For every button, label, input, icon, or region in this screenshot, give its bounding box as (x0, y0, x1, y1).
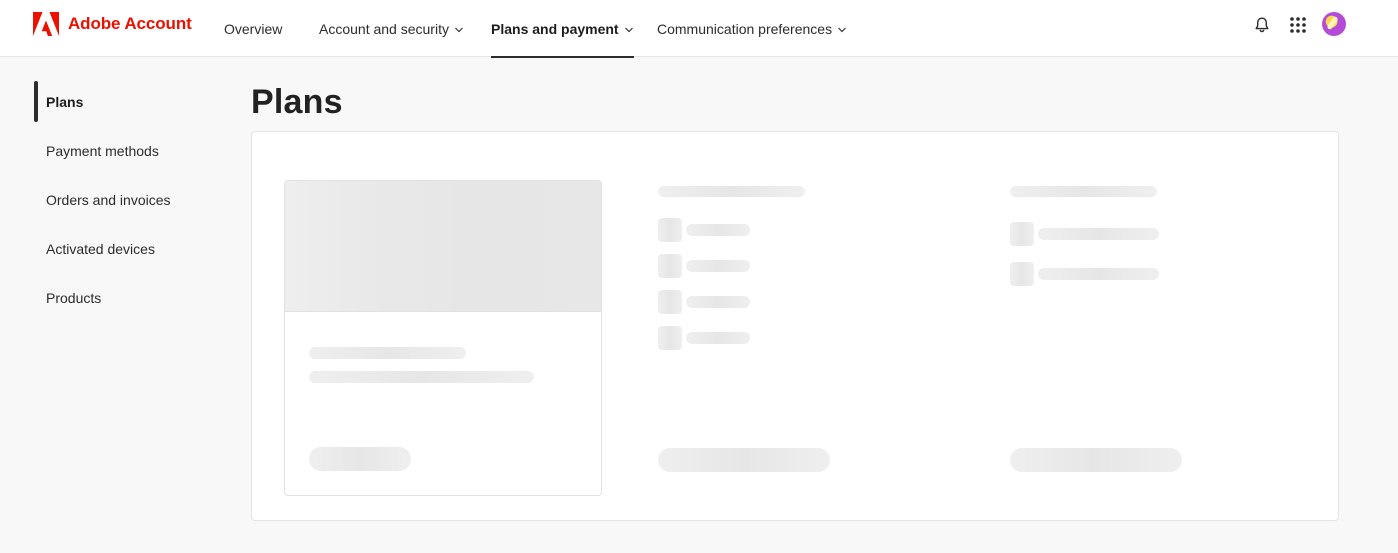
skeleton-icon (658, 218, 682, 242)
skeleton-icon (658, 254, 682, 278)
chevron-down-icon (624, 27, 633, 32)
sidebar-item-activated-devices[interactable]: Activated devices (34, 228, 224, 269)
nav-communication-label: Communication preferences (657, 20, 833, 37)
skeleton-icon (658, 326, 682, 350)
app-switcher-button[interactable] (1287, 14, 1309, 36)
skeleton-button (1010, 448, 1182, 472)
nav-account-security[interactable]: Account and security (319, 0, 464, 57)
skeleton-button (309, 447, 411, 471)
adobe-logo-icon (33, 12, 59, 36)
skeleton-icon (658, 290, 682, 314)
skeleton-heading (1010, 186, 1157, 197)
nav-overview[interactable]: Overview (224, 0, 282, 57)
skeleton-line (686, 332, 750, 344)
skeleton-icon (1010, 262, 1034, 286)
chevron-down-icon (455, 27, 463, 32)
sidebar-nav: Plans Payment methods Orders and invoice… (34, 81, 224, 326)
skeleton-line (309, 371, 534, 383)
sidebar-item-label: Orders and invoices (46, 191, 171, 208)
chevron-down-icon (838, 27, 847, 32)
nav-overview-label: Overview (224, 20, 283, 37)
skeleton-line (686, 296, 750, 308)
brand-home-link[interactable]: Adobe Account (33, 12, 192, 36)
skeleton-line (1038, 268, 1159, 280)
skeleton-line (686, 224, 750, 236)
notifications-button[interactable] (1251, 14, 1273, 36)
sidebar-item-payment-methods[interactable]: Payment methods (34, 130, 224, 171)
brand-name: Adobe Account (68, 14, 192, 33)
nav-plans-payment-label: Plans and payment (491, 20, 619, 37)
skeleton-line (686, 260, 750, 272)
sidebar-item-label: Plans (46, 93, 84, 110)
skeleton-line (1038, 228, 1159, 240)
nav-account-security-label: Account and security (319, 20, 449, 37)
top-header: Adobe Account Overview Account and secur… (0, 0, 1398, 58)
skeleton-icon (1010, 222, 1034, 246)
app-grid-icon (1290, 17, 1306, 33)
skeleton-line (309, 347, 466, 359)
bell-icon (1255, 17, 1269, 33)
sidebar-item-label: Activated devices (46, 240, 155, 257)
nav-plans-payment[interactable]: Plans and payment (491, 0, 634, 58)
skeleton-heading (658, 186, 805, 197)
nav-communication-preferences[interactable]: Communication preferences (657, 0, 847, 57)
plan-image-placeholder (285, 181, 601, 312)
sidebar-item-label: Payment methods (46, 142, 159, 159)
sidebar-item-orders-invoices[interactable]: Orders and invoices (34, 179, 224, 220)
skeleton-button (658, 448, 830, 472)
sidebar-item-label: Products (46, 289, 102, 306)
page-title: Plans (251, 83, 343, 121)
sidebar-item-products[interactable]: Products (34, 277, 224, 318)
avatar[interactable] (1322, 12, 1346, 36)
sidebar-item-plans[interactable]: Plans (34, 81, 224, 122)
